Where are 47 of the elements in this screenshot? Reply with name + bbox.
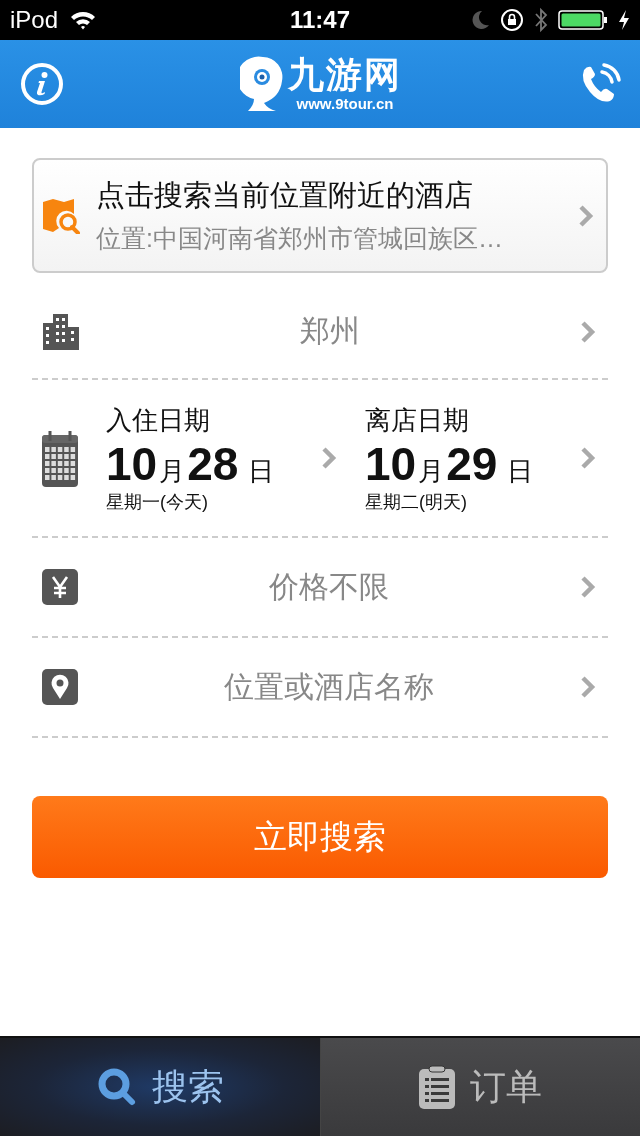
logo-title: 九游网 — [288, 55, 402, 95]
bluetooth-icon — [534, 7, 548, 33]
date-label: 入住日期 — [106, 403, 211, 437]
info-button[interactable] — [20, 62, 64, 106]
date-month: 10 — [106, 437, 158, 490]
buildings-icon — [42, 312, 80, 351]
city-row[interactable]: 郑州 — [32, 285, 608, 380]
chevron-icon — [580, 446, 596, 470]
keyword-row[interactable]: 位置或酒店名称 — [32, 638, 608, 738]
rotation-lock-icon — [500, 8, 524, 32]
charging-icon — [618, 9, 630, 31]
battery-icon — [558, 9, 608, 31]
map-search-icon — [42, 197, 80, 234]
date-day: 28 — [187, 437, 239, 490]
search-button[interactable]: 立即搜索 — [32, 796, 608, 878]
city-name: 郑州 — [299, 313, 361, 349]
status-time: 11:47 — [289, 6, 351, 34]
chevron-icon — [578, 203, 594, 228]
tab[interactable]: 订单 — [320, 1038, 640, 1136]
weekday-label: 星期二(明天) — [365, 490, 468, 514]
tab[interactable]: 搜索 — [0, 1038, 321, 1136]
date-picker[interactable]: 离店日期 10月 29 日 星期二(明天) — [365, 402, 596, 514]
location-pin-icon — [42, 669, 78, 705]
wifi-icon — [70, 10, 97, 30]
date-picker[interactable]: 入住日期 10月 28 日 星期一(今天) — [106, 402, 337, 514]
carrier-name: iPod — [10, 6, 59, 34]
month-unit: 月 — [418, 454, 445, 488]
day-unit: 日 — [507, 454, 534, 488]
date-label: 离店日期 — [365, 403, 470, 437]
moon-icon — [472, 10, 490, 30]
keyword-placeholder: 位置或酒店名称 — [223, 668, 435, 705]
chevron-icon — [580, 575, 596, 599]
chevron-icon — [580, 319, 596, 344]
month-unit: 月 — [159, 454, 186, 488]
nearby-hotels-card[interactable]: 点击搜索当前位置附近的酒店 位置:中国河南省郑州市管城回族区… — [32, 158, 608, 273]
calendar-icon — [42, 429, 78, 487]
logo-url: www.9tour.cn — [296, 95, 394, 113]
clipboard-icon — [418, 1065, 457, 1109]
date-day: 29 — [446, 437, 498, 490]
chevron-icon — [580, 675, 596, 699]
yen-icon — [42, 569, 78, 605]
date-month: 10 — [365, 437, 417, 490]
price-placeholder: 价格不限 — [268, 568, 390, 605]
chevron-icon — [321, 446, 337, 470]
weekday-label: 星期一(今天) — [106, 490, 209, 514]
price-row[interactable]: 价格不限 — [32, 538, 608, 638]
day-unit: 日 — [248, 454, 275, 488]
